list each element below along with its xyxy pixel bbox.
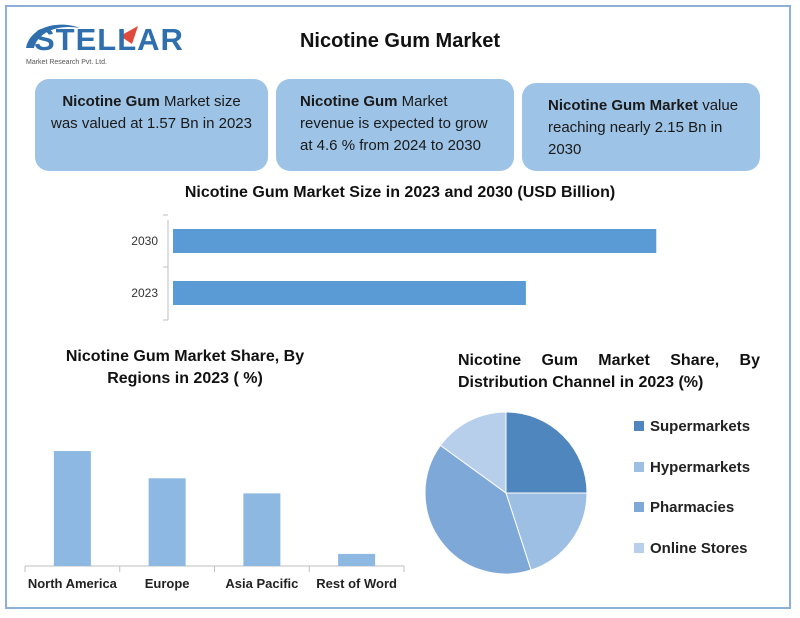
legend-label-supermarkets: Supermarkets	[650, 418, 750, 435]
legend-label-pharmacies: Pharmacies	[650, 499, 734, 516]
legend-swatch-supermarkets	[634, 421, 644, 431]
pie-slice-supermarkets	[505, 411, 588, 494]
legend-swatch-online-stores	[634, 543, 644, 553]
legend-swatch-hypermarkets	[634, 462, 644, 472]
distribution-pie-chart: Supermarkets Hypermarkets Pharmacies Online…	[424, 411, 750, 575]
legend-swatch-pharmacies	[634, 502, 644, 512]
legend-label-hypermarkets: Hypermarkets	[650, 459, 750, 476]
legend-label-online-stores: Online Stores	[650, 540, 748, 557]
